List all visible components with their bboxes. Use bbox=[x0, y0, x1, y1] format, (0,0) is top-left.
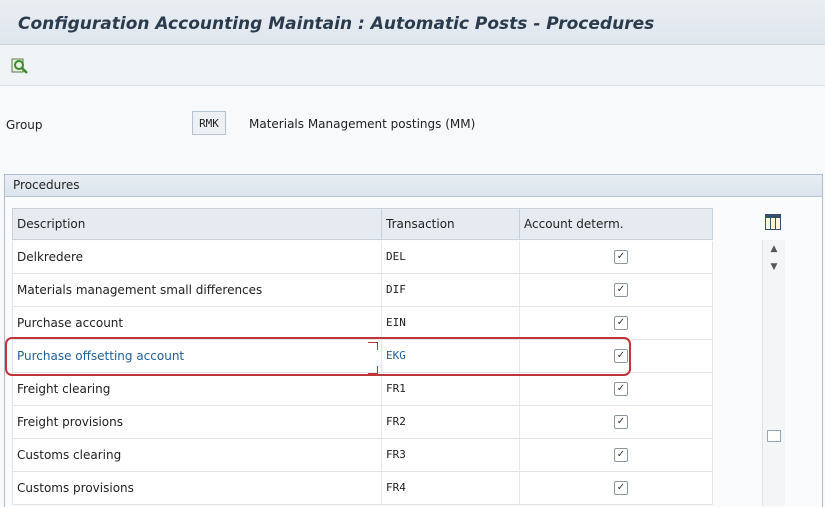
row-account-determ: ✓ bbox=[520, 241, 712, 273]
table-row[interactable]: Delkredere DEL ✓ bbox=[12, 241, 713, 274]
row-account-determ: ✓ bbox=[520, 406, 712, 438]
row-account-determ: ✓ bbox=[520, 307, 712, 339]
table-row[interactable]: Freight clearing FR1 ✓ bbox=[12, 373, 713, 406]
row-transaction: FR1 bbox=[382, 373, 520, 405]
procedures-panel: Procedures Description Transaction Accou… bbox=[4, 174, 823, 507]
row-description: Purchase offsetting account bbox=[13, 340, 382, 372]
account-determ-checkbox[interactable]: ✓ bbox=[614, 316, 628, 330]
scroll-down-icon[interactable]: ▼ bbox=[768, 262, 780, 272]
table-row[interactable]: Customs provisions FR4 ✓ bbox=[12, 472, 713, 505]
column-header-transaction[interactable]: Transaction bbox=[382, 209, 520, 239]
row-description: Freight clearing bbox=[13, 373, 382, 405]
account-determ-checkbox[interactable]: ✓ bbox=[614, 382, 628, 396]
row-account-determ: ✓ bbox=[520, 472, 712, 504]
row-description: Delkredere bbox=[13, 241, 382, 273]
account-determ-checkbox[interactable]: ✓ bbox=[614, 250, 628, 264]
find-icon bbox=[11, 58, 28, 74]
row-transaction: DIF bbox=[382, 274, 520, 306]
account-determ-checkbox[interactable]: ✓ bbox=[614, 283, 628, 297]
account-determ-checkbox[interactable]: ✓ bbox=[614, 415, 628, 429]
table-settings-icon bbox=[765, 214, 781, 230]
account-determ-checkbox[interactable]: ✓ bbox=[614, 481, 628, 495]
group-code-field[interactable]: RMK bbox=[192, 111, 226, 135]
table-row[interactable]: Freight provisions FR2 ✓ bbox=[12, 406, 713, 439]
procedures-title: Procedures bbox=[13, 178, 80, 192]
row-transaction: FR2 bbox=[382, 406, 520, 438]
row-account-determ: ✓ bbox=[520, 439, 712, 471]
row-transaction: DEL bbox=[382, 241, 520, 273]
row-description: Customs clearing bbox=[13, 439, 382, 471]
row-transaction: EKG bbox=[382, 340, 520, 372]
scroll-up-icon[interactable]: ▲ bbox=[768, 244, 780, 254]
page-title: Configuration Accounting Maintain : Auto… bbox=[18, 14, 655, 34]
group-label: Group bbox=[6, 118, 43, 132]
row-transaction: FR3 bbox=[382, 439, 520, 471]
scroll-thumb[interactable] bbox=[767, 430, 781, 442]
row-description: Customs provisions bbox=[13, 472, 382, 504]
find-button[interactable] bbox=[10, 57, 30, 75]
table-header: Description Transaction Account determ. bbox=[12, 208, 713, 240]
table-row[interactable]: Customs clearing FR3 ✓ bbox=[12, 439, 713, 472]
group-description: Materials Management postings (MM) bbox=[249, 117, 476, 131]
row-account-determ: ✓ bbox=[520, 340, 712, 372]
procedures-panel-header: Procedures bbox=[5, 175, 822, 197]
row-transaction: EIN bbox=[382, 307, 520, 339]
table-row[interactable]: Purchase account EIN ✓ bbox=[12, 307, 713, 340]
row-transaction: FR4 bbox=[382, 472, 520, 504]
account-determ-checkbox[interactable]: ✓ bbox=[614, 349, 628, 363]
column-header-account-determ[interactable]: Account determ. bbox=[520, 209, 712, 239]
row-description: Purchase account bbox=[13, 307, 382, 339]
title-bar: Configuration Accounting Maintain : Auto… bbox=[0, 0, 825, 45]
row-account-determ: ✓ bbox=[520, 373, 712, 405]
toolbar bbox=[0, 45, 825, 86]
row-description: Materials management small differences bbox=[13, 274, 382, 306]
table-settings-button[interactable] bbox=[765, 214, 781, 230]
vertical-scrollbar[interactable]: ▲ ▼ bbox=[762, 240, 785, 506]
row-description: Freight provisions bbox=[13, 406, 382, 438]
table-row[interactable]: Materials management small differences D… bbox=[12, 274, 713, 307]
column-header-description[interactable]: Description bbox=[13, 209, 382, 239]
row-account-determ: ✓ bbox=[520, 274, 712, 306]
table-row-selected[interactable]: Purchase offsetting account EKG ✓ bbox=[12, 340, 713, 373]
account-determ-checkbox[interactable]: ✓ bbox=[614, 448, 628, 462]
